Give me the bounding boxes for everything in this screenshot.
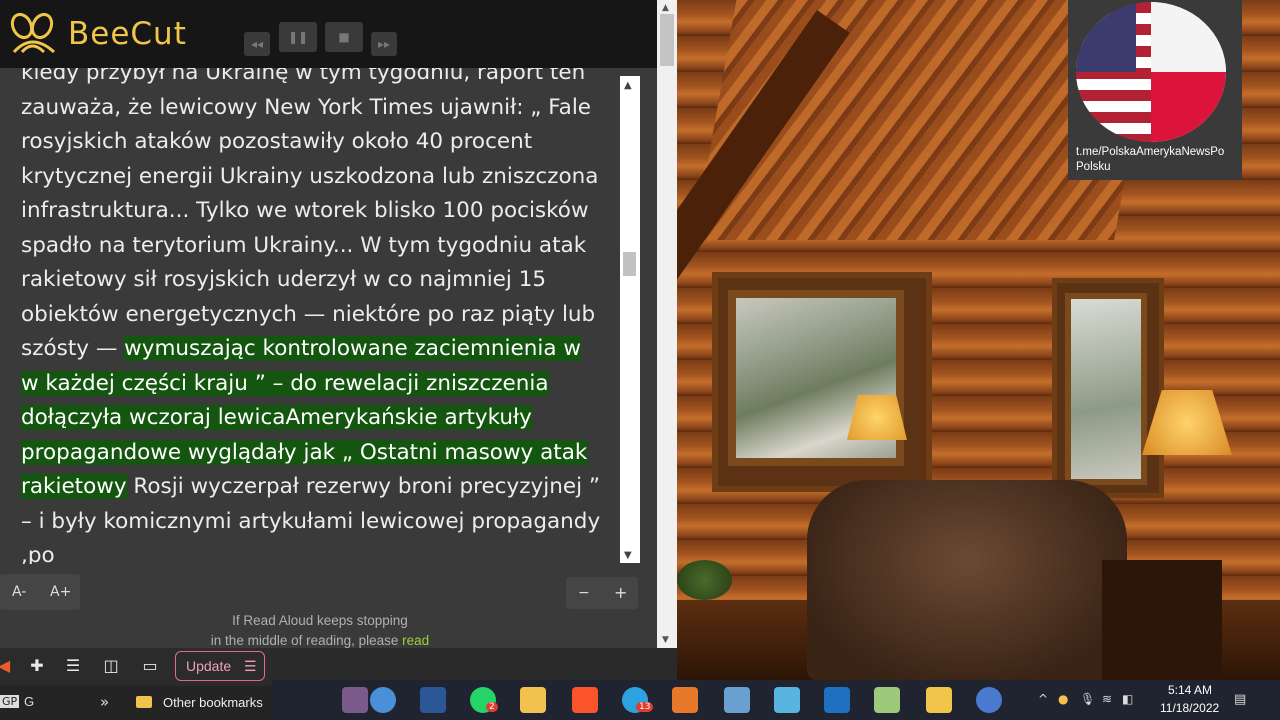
microphone-icon[interactable]: 🎙 (1080, 692, 1095, 706)
scroll-down-arrow-icon[interactable]: ▼ (662, 635, 669, 645)
notice-line-1: If Read Aloud keeps stopping (232, 613, 408, 628)
bookmark-gp[interactable]: GP (0, 695, 20, 708)
app-title: BeeCut (68, 16, 187, 52)
pause-button[interactable]: ❚❚ (279, 22, 317, 52)
cabin-window-right (1052, 278, 1164, 498)
scrollbar-thumb[interactable] (660, 14, 674, 66)
font-decrease-button[interactable]: A- (12, 574, 26, 610)
tray-expand-icon[interactable]: ^ (1038, 692, 1048, 706)
font-size-controls: A- A+ (0, 574, 80, 610)
rewind-button[interactable]: ◂◂ (244, 32, 270, 56)
reading-text: kiedy przybył na Ukrainę w tym tygodniu,… (21, 68, 601, 564)
extensions-puzzle-icon[interactable]: ✚ (27, 656, 47, 676)
window-pane (1065, 293, 1147, 485)
plant (677, 560, 732, 600)
photos-icon[interactable] (724, 687, 750, 713)
side-table (1102, 560, 1222, 680)
zoom-out-button[interactable]: − (578, 577, 590, 609)
zoom-in-button[interactable]: + (614, 577, 627, 609)
channel-badge: t.me/PolskaAmerykaNewsPo Polsku (1068, 0, 1242, 180)
forward-button[interactable]: ▸▸ (371, 32, 397, 56)
text-before-highlight: kiedy przybył na Ukrainę w tym tygodniu,… (21, 68, 599, 361)
help-notice: If Read Aloud keeps stopping in the midd… (190, 611, 450, 651)
text-scrollbar[interactable]: ▲ ▼ (620, 76, 640, 563)
paint-palette-icon[interactable] (874, 687, 900, 713)
brave-browser-icon[interactable] (572, 687, 598, 713)
beecut-taskbar-icon[interactable] (926, 687, 952, 713)
panel-scrollbar[interactable]: ▲ ▼ (657, 0, 677, 648)
notice-read-link[interactable]: read (402, 633, 429, 648)
update-label: Update (186, 658, 232, 674)
speaker-icon[interactable]: ◀ (0, 656, 14, 676)
notice-line-2: in the middle of reading, please (210, 633, 403, 648)
menu-icon: ☰ (244, 658, 257, 674)
beecut-recorder-bar: BeeCut ◂◂ ❚❚ ■ ▸▸ (0, 0, 657, 68)
scroll-up-arrow-icon[interactable]: ▲ (662, 3, 669, 13)
word-icon[interactable] (420, 687, 446, 713)
reading-text-area[interactable]: kiedy przybył na Ukrainę w tym tygodniu,… (0, 68, 620, 564)
scroll-down-arrow-icon[interactable]: ▼ (624, 550, 632, 561)
clock-time[interactable]: 5:14 AM (1168, 683, 1212, 697)
zoom-controls: − + (566, 577, 638, 609)
folder-icon (136, 696, 152, 708)
stop-button[interactable]: ■ (325, 22, 363, 52)
paint-app-icon[interactable] (672, 687, 698, 713)
leather-sofa (807, 480, 1127, 680)
poland-flag-red (1151, 72, 1226, 142)
playlist-icon[interactable]: ☰ (63, 656, 83, 676)
sidebar-icon[interactable]: ◫ (101, 656, 121, 676)
cabin-window-left (712, 272, 932, 492)
font-increase-button[interactable]: A+ (50, 574, 71, 610)
notifications-icon[interactable]: ▤ (1234, 692, 1246, 707)
media-player-icon[interactable] (824, 687, 850, 713)
clock-date[interactable]: 11/18/2022 (1160, 701, 1219, 715)
bookmark-g[interactable]: G (24, 694, 34, 709)
file-explorer-icon[interactable] (520, 687, 546, 713)
whatsapp-badge: 2 (486, 702, 498, 712)
wifi-icon[interactable]: ≋ (1102, 692, 1112, 706)
notepad-icon[interactable] (774, 687, 800, 713)
scrollbar-thumb[interactable] (623, 252, 636, 276)
us-poland-flag-icon (1076, 2, 1226, 142)
tray-app-icon[interactable]: ● (1058, 692, 1068, 706)
windows-taskbar: 2 13 ^ ● 🎙 ≋ ◧ ▤ (272, 680, 1280, 720)
poland-flag-white (1151, 2, 1226, 72)
read-aloud-panel: kiedy przybył na Ukrainę w tym tygodniu,… (0, 68, 657, 648)
wallet-icon[interactable]: ▭ (140, 656, 160, 676)
soccer-app-icon[interactable] (370, 687, 396, 713)
other-bookmarks-folder[interactable]: Other bookmarks (163, 695, 263, 710)
us-flag-canton (1076, 2, 1136, 72)
calculator-icon[interactable] (342, 687, 368, 713)
bookmarks-bar: GP G » Other bookmarks (0, 686, 272, 720)
bee-logo-icon (10, 12, 56, 54)
telegram-badge: 13 (636, 702, 654, 712)
volume-icon[interactable]: ◧ (1122, 692, 1133, 706)
update-button[interactable]: Update ☰ (175, 651, 265, 681)
channel-caption: t.me/PolskaAmerykaNewsPo Polsku (1076, 146, 1225, 173)
scroll-up-arrow-icon[interactable]: ▲ (624, 80, 632, 91)
screen-recorder-icon[interactable] (976, 687, 1002, 713)
bookmarks-more-button[interactable]: » (100, 693, 109, 711)
